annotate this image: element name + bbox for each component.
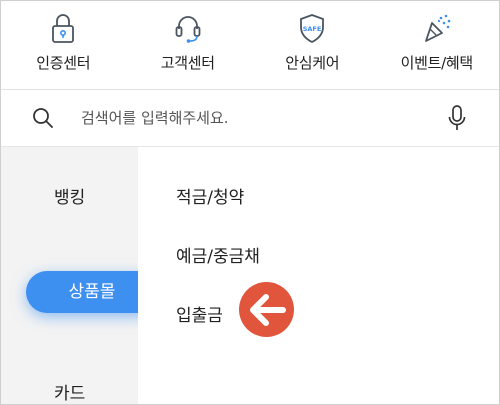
submenu-panel: 적금/청약 예금/중금채 입출금	[138, 147, 499, 404]
quick-menu-safe-care[interactable]: SAFE 안심케어	[250, 1, 375, 89]
sidebar-item-card[interactable]: 카드	[1, 379, 138, 404]
app-frame: 인증센터 고객센터 SAFE 안심케어 이벤트/혜택 검색어를 입력해주세요. …	[0, 0, 500, 405]
safe-shield-icon: SAFE	[295, 11, 329, 45]
headset-icon	[171, 11, 205, 45]
quick-menu-label: 이벤트/혜택	[400, 54, 474, 72]
party-popper-icon	[420, 11, 454, 45]
search-icon[interactable]	[32, 107, 54, 129]
quick-menu: 인증센터 고객센터 SAFE 안심케어 이벤트/혜택	[1, 1, 499, 89]
search-input[interactable]	[81, 104, 411, 132]
category-sidebar: 뱅킹 상품몰 카드	[1, 147, 158, 404]
submenu-item-deposit-bonds[interactable]: 예금/중금채	[176, 242, 260, 267]
submenu-item-savings-subscription[interactable]: 적금/청약	[176, 183, 244, 208]
quick-menu-events[interactable]: 이벤트/혜택	[375, 1, 500, 89]
quick-menu-customer-center[interactable]: 고객센터	[126, 1, 251, 89]
quick-menu-auth-center[interactable]: 인증센터	[1, 1, 126, 89]
sidebar-item-banking[interactable]: 뱅킹	[1, 183, 138, 208]
microphone-icon[interactable]	[447, 104, 467, 132]
quick-menu-label: 인증센터	[36, 54, 91, 72]
left-arrow-icon	[239, 282, 294, 337]
search-bar	[1, 90, 499, 146]
svg-text:SAFE: SAFE	[303, 25, 322, 33]
submenu-item-checking[interactable]: 입출금	[176, 301, 223, 326]
lock-icon	[46, 11, 80, 45]
quick-menu-label: 고객센터	[160, 54, 215, 72]
quick-menu-label: 안심케어	[285, 54, 340, 72]
